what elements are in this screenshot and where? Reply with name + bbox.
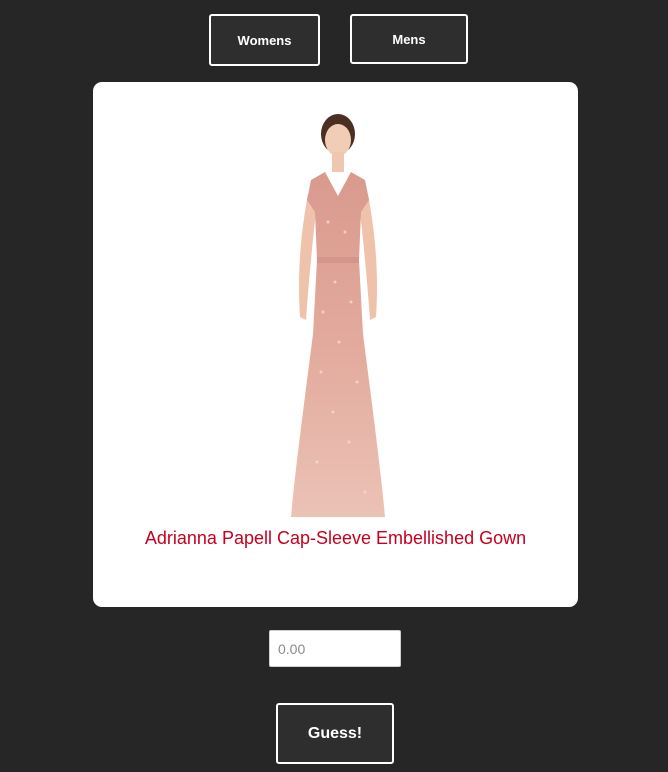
product-title: Adrianna Papell Cap-Sleeve Embellished G… (144, 528, 527, 548)
price-guess-input[interactable] (269, 630, 401, 667)
womens-button[interactable]: Womens (209, 14, 320, 66)
product-image (291, 114, 385, 517)
mens-button[interactable]: Mens (350, 14, 468, 64)
guess-button[interactable]: Guess! (276, 703, 394, 764)
product-card: Adrianna Papell Cap-Sleeve Embellished G… (93, 82, 578, 607)
